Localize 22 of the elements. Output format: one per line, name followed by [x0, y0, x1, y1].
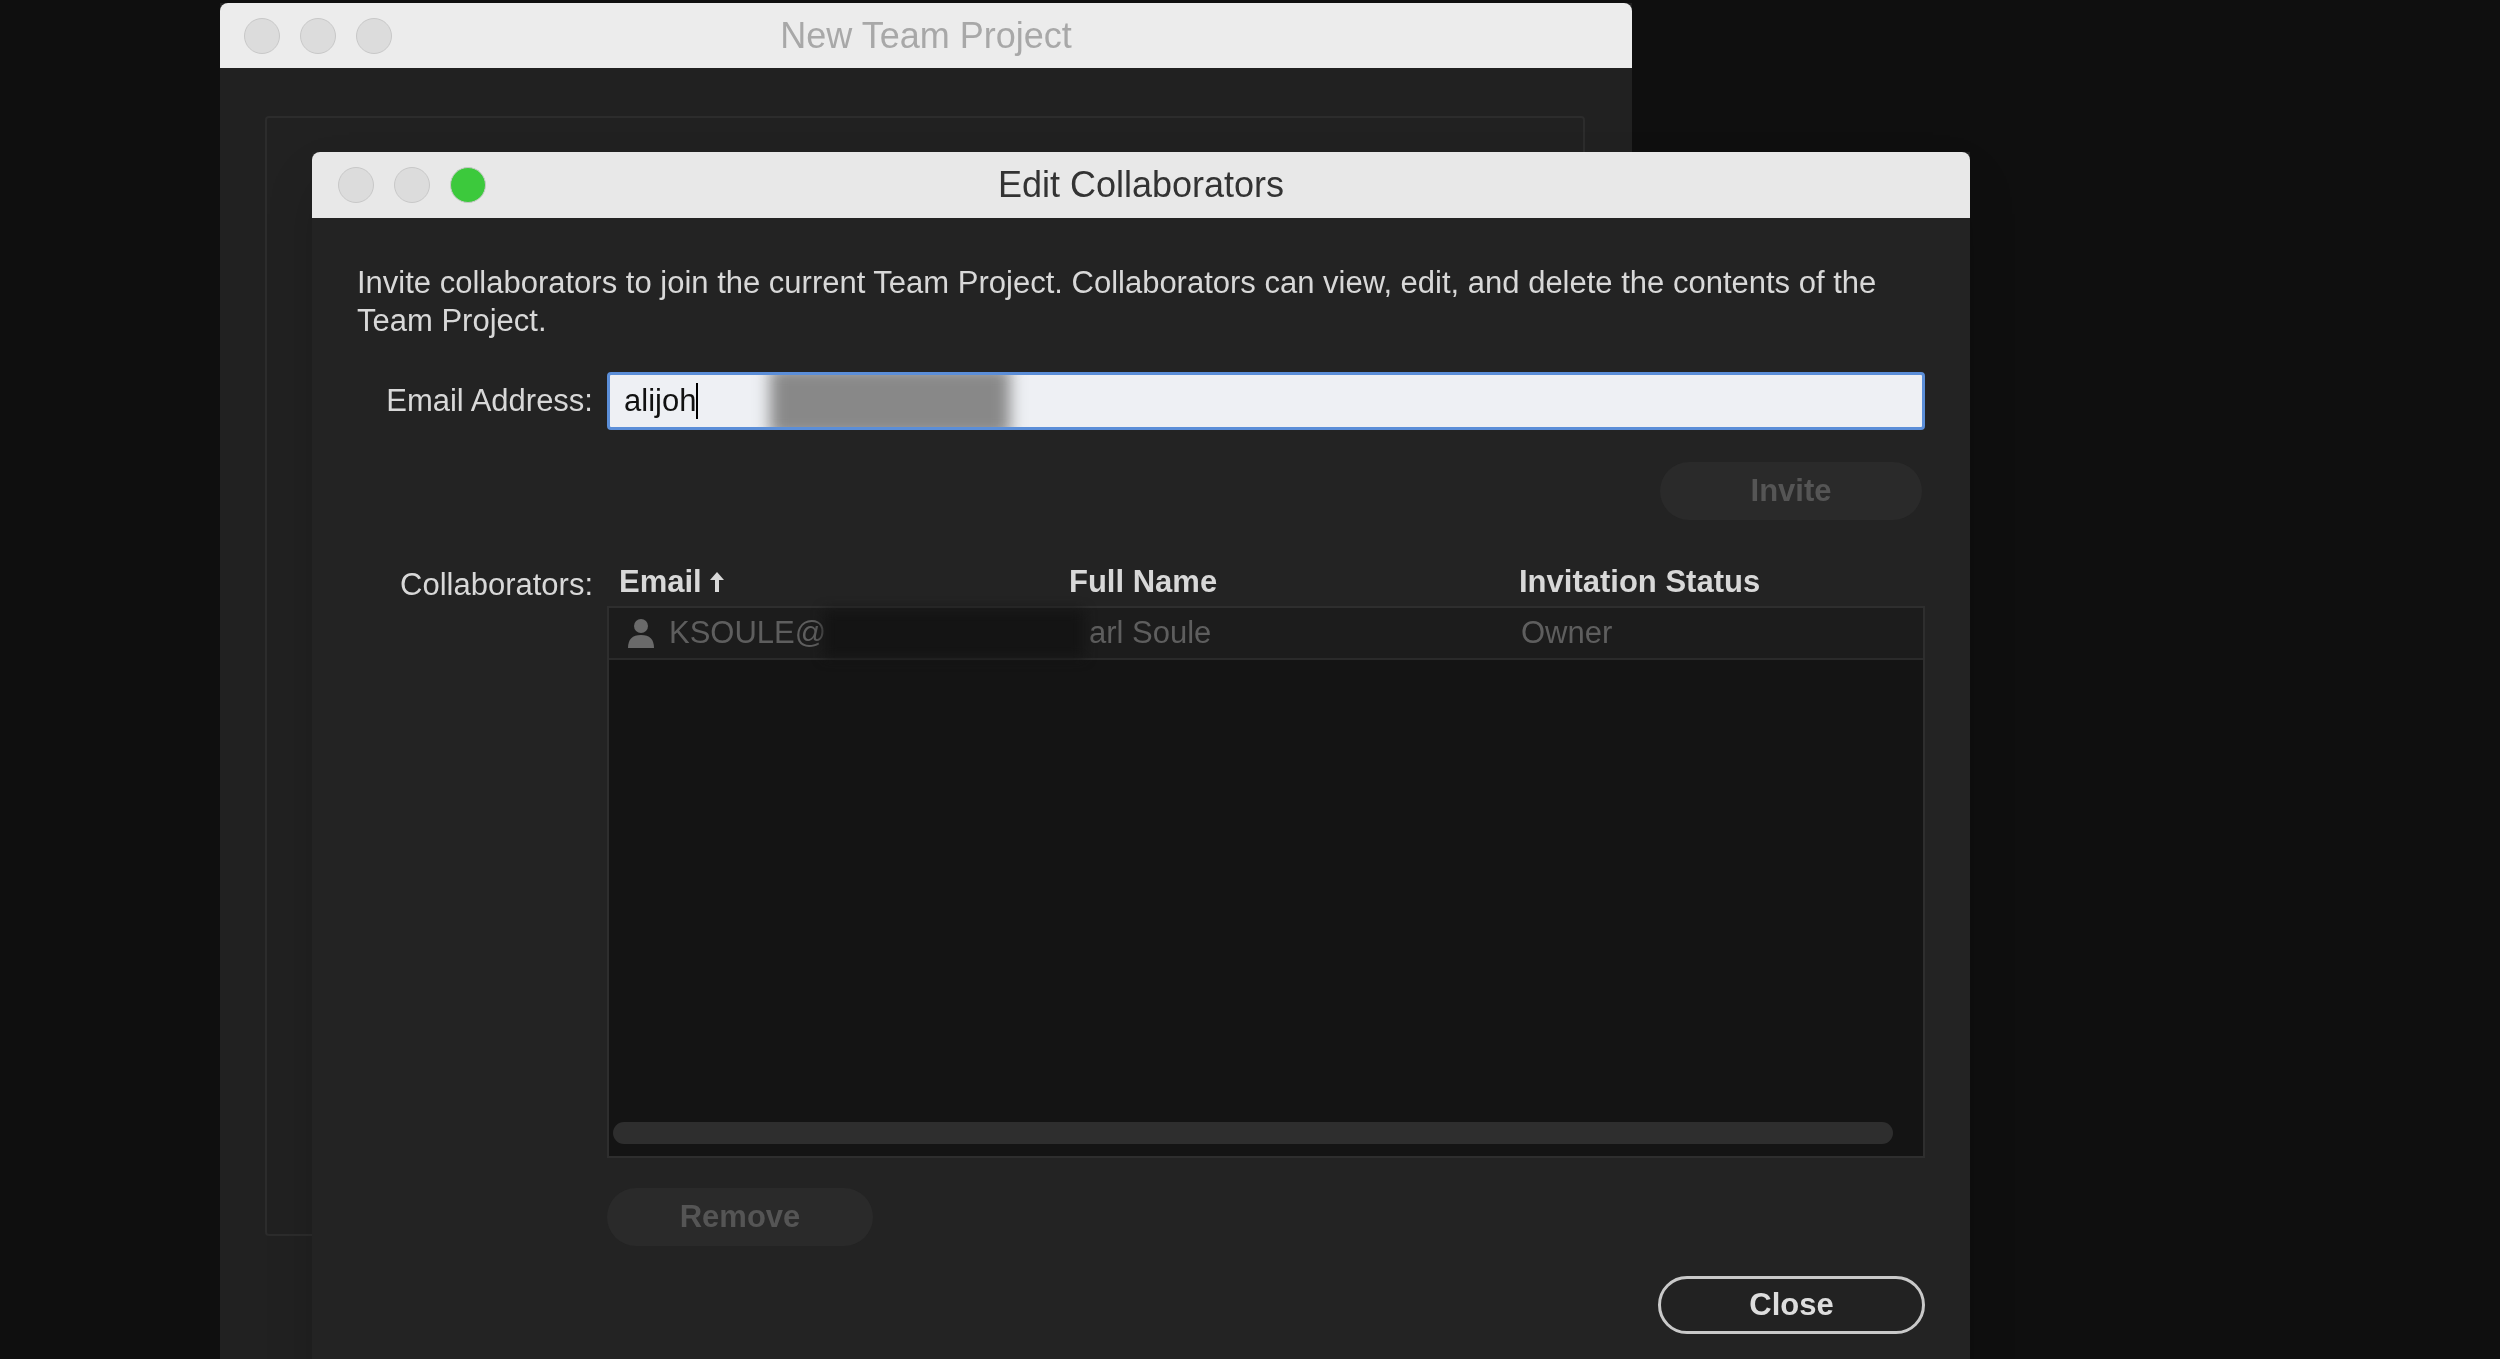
- window-title: Edit Collaborators: [997, 163, 1285, 207]
- table-cell-text: Owner: [1520, 613, 1614, 652]
- window-title: New Team Project: [780, 13, 1072, 58]
- horizontal-scrollbar[interactable]: [613, 1122, 1893, 1144]
- description-text: Invite collaborators to join the current Team Project. Collaborators can view, edit, and delete the contents of the Team Project.: [357, 264, 1878, 340]
- table-cell-text: KSOULE@: [669, 613, 827, 652]
- close-window-button[interactable]: [244, 17, 280, 54]
- email-label: Email Address:: [385, 381, 593, 420]
- column-header[interactable]: Invitation Status: [1507, 558, 1773, 606]
- person-icon: [625, 617, 657, 649]
- collaborators-label: Collaborators:: [399, 566, 593, 604]
- email-input-field[interactable]: alijoh: [607, 372, 1925, 430]
- zoom-window-button[interactable]: [356, 17, 392, 54]
- up-arrow-icon: [707, 570, 726, 594]
- column-header[interactable]: Full Name: [1057, 558, 1230, 606]
- table-cell-text: arl Soule: [1088, 613, 1213, 652]
- column-header[interactable]: Email: [607, 558, 738, 606]
- close-window-button[interactable]: [338, 167, 374, 203]
- minimize-window-button[interactable]: [300, 17, 336, 54]
- zoom-window-button[interactable]: [450, 167, 486, 203]
- minimize-window-button[interactable]: [394, 167, 430, 203]
- close-button[interactable]: Close: [1658, 1276, 1925, 1334]
